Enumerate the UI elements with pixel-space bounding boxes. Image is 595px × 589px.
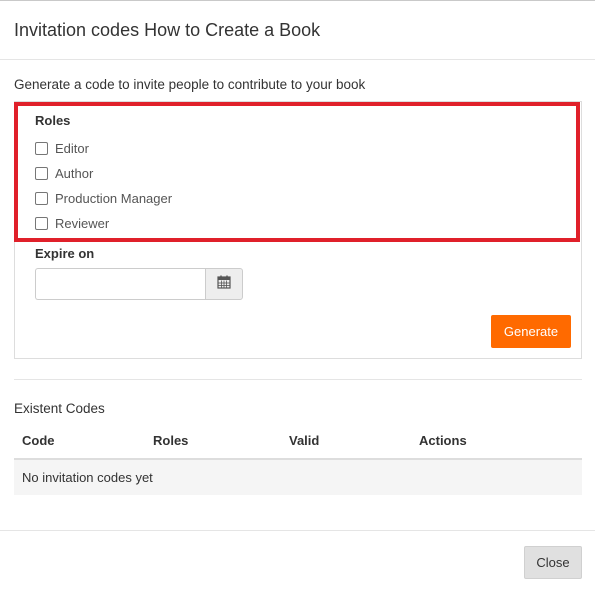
close-button[interactable]: Close bbox=[524, 546, 582, 579]
expire-date-input[interactable] bbox=[35, 268, 206, 300]
calendar-icon bbox=[217, 275, 231, 294]
modal-header: Invitation codes How to Create a Book bbox=[0, 1, 595, 60]
expire-on-label: Expire on bbox=[35, 246, 95, 261]
modal-title: Invitation codes How to Create a Book bbox=[14, 20, 321, 40]
modal-footer: Close bbox=[0, 530, 595, 589]
invitation-codes-modal: Invitation codes How to Create a Book Ge… bbox=[0, 0, 595, 589]
section-divider bbox=[14, 379, 582, 380]
column-header-actions: Actions bbox=[419, 433, 467, 448]
calendar-button[interactable] bbox=[205, 268, 243, 300]
table-row: No invitation codes yet bbox=[14, 460, 582, 495]
intro-text: Generate a code to invite people to cont… bbox=[14, 77, 366, 92]
empty-message: No invitation codes yet bbox=[22, 470, 153, 485]
column-header-code: Code bbox=[22, 433, 55, 448]
column-header-roles: Roles bbox=[153, 433, 189, 448]
roles-highlight-box bbox=[14, 102, 580, 242]
codes-table-header: Code Roles Valid Actions bbox=[14, 425, 582, 460]
existent-codes-title: Existent Codes bbox=[14, 401, 105, 416]
generate-button[interactable]: Generate bbox=[491, 315, 571, 348]
column-header-valid: Valid bbox=[289, 433, 320, 448]
